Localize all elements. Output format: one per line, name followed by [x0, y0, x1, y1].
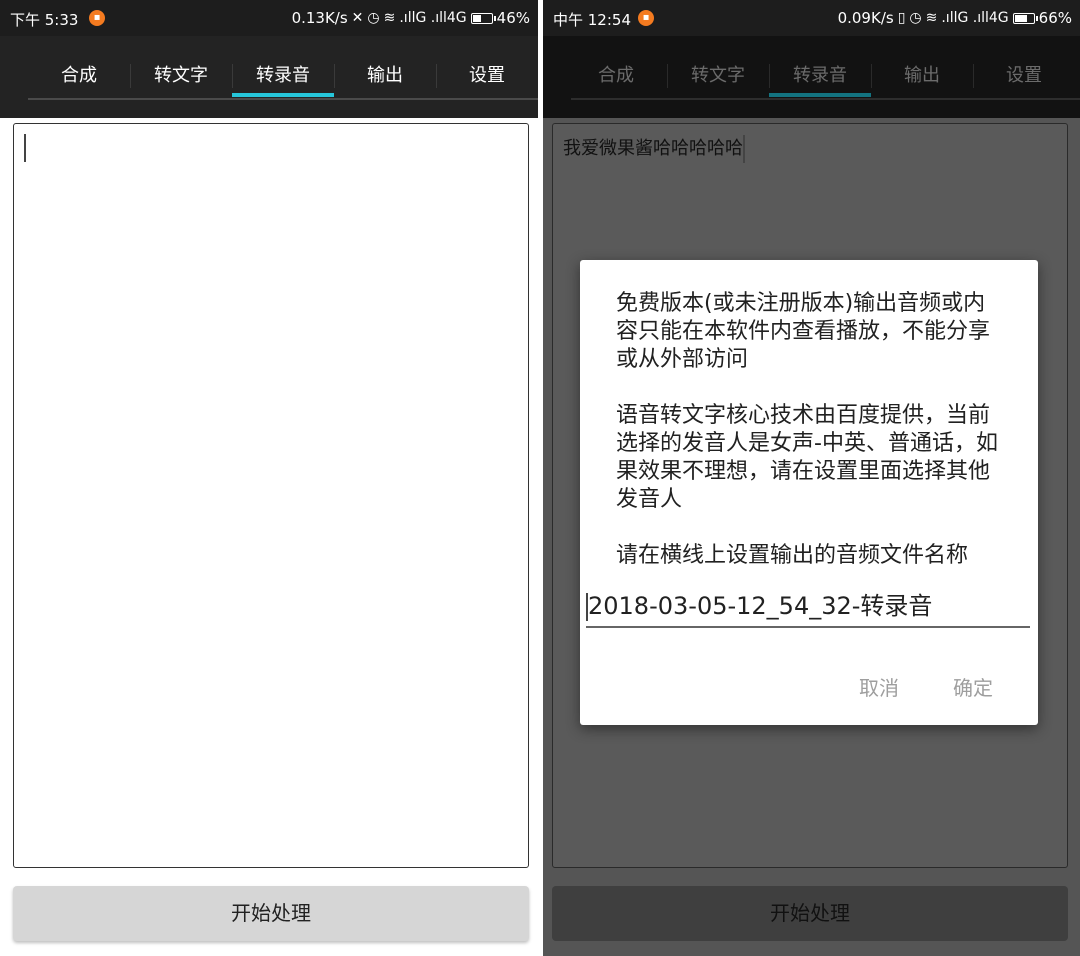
status-bar: 中午 12:54 ▪ 0.09K/s ▯ ◷ ≋ .ıllG .ıll4G 66… — [543, 0, 1080, 36]
dialog-message-filename: 请在横线上设置输出的音频文件名称 — [616, 543, 969, 568]
tabs: 合成 转文字 转录音 输出 设置 — [565, 60, 1080, 112]
network-speed: 0.13K/s — [291, 9, 348, 27]
notification-app-icon: ▪ — [638, 10, 654, 26]
dialog-message-free-version: 免费版本(或未注册版本)输出音频或内容只能在本软件内查看播放，不能分享或从外部访… — [616, 291, 991, 372]
tab-settings[interactable]: 设置 — [436, 60, 538, 112]
text-caret — [24, 134, 26, 162]
network-speed: 0.09K/s — [837, 9, 894, 27]
tab-synthesize[interactable]: 合成 — [565, 60, 667, 112]
tab-record[interactable]: 转录音 — [232, 60, 334, 112]
battery-percent: 66% — [1038, 9, 1072, 27]
text-editor[interactable] — [13, 123, 529, 868]
tab-bar: 合成 转文字 转录音 输出 设置 — [543, 36, 1080, 118]
signal-icon: .ıllG .ıll4G — [399, 10, 467, 26]
no-sound-icon: ✕ — [351, 10, 364, 26]
vibrate-icon: ▯ — [897, 10, 906, 26]
battery-icon — [1012, 12, 1038, 24]
tab-speech-to-text[interactable]: 转文字 — [130, 60, 232, 112]
screen-left: 下午 5:33 ▪ 0.13K/s ✕ ◷ ≋ .ıllG .ıll4G 46%… — [0, 0, 538, 956]
tab-synthesize[interactable]: 合成 — [28, 60, 130, 112]
editor-text: 我爱微果酱哈哈哈哈哈 — [563, 138, 743, 159]
status-right: 0.13K/s ✕ ◷ ≋ .ıllG .ıll4G 46% — [292, 9, 530, 27]
alarm-icon: ◷ — [909, 10, 922, 26]
status-right: 0.09K/s ▯ ◷ ≋ .ıllG .ıll4G 66% — [838, 9, 1072, 27]
wifi-icon: ≋ — [925, 10, 938, 26]
tab-output[interactable]: 输出 — [334, 60, 436, 112]
tab-record[interactable]: 转录音 — [769, 60, 871, 112]
status-bar: 下午 5:33 ▪ 0.13K/s ✕ ◷ ≋ .ıllG .ıll4G 46% — [0, 0, 538, 36]
battery-percent: 46% — [496, 9, 530, 27]
tab-settings[interactable]: 设置 — [973, 60, 1075, 112]
status-time: 下午 5:33 — [10, 11, 79, 29]
confirm-button[interactable]: 确定 — [953, 672, 993, 701]
tab-bar: 合成 转文字 转录音 输出 设置 — [0, 36, 538, 118]
battery-icon — [470, 12, 496, 24]
cancel-button[interactable]: 取消 — [859, 672, 899, 701]
status-time: 中午 12:54 — [553, 11, 631, 29]
text-caret — [743, 135, 745, 163]
notification-app-icon: ▪ — [89, 10, 105, 26]
output-filename-dialog: 免费版本(或未注册版本)输出音频或内容只能在本软件内查看播放，不能分享或从外部访… — [580, 260, 1038, 725]
signal-icon: .ıllG .ıll4G — [941, 10, 1009, 26]
filename-value: 2018-03-05-12_54_32-转录音 — [588, 592, 933, 620]
wifi-icon: ≋ — [383, 10, 396, 26]
tab-output[interactable]: 输出 — [871, 60, 973, 112]
alarm-icon: ◷ — [367, 10, 380, 26]
tab-speech-to-text[interactable]: 转文字 — [667, 60, 769, 112]
screen-right: 中午 12:54 ▪ 0.09K/s ▯ ◷ ≋ .ıllG .ıll4G 66… — [543, 0, 1080, 956]
filename-input[interactable]: 2018-03-05-12_54_32-转录音 — [586, 588, 1030, 628]
dialog-message-voice: 语音转文字核心技术由百度提供，当前选择的发音人是女声-中英、普通话，如果效果不理… — [616, 403, 998, 512]
start-processing-button[interactable]: 开始处理 — [552, 886, 1068, 941]
tabs: 合成 转文字 转录音 输出 设置 — [28, 60, 538, 112]
start-processing-button[interactable]: 开始处理 — [13, 886, 529, 941]
